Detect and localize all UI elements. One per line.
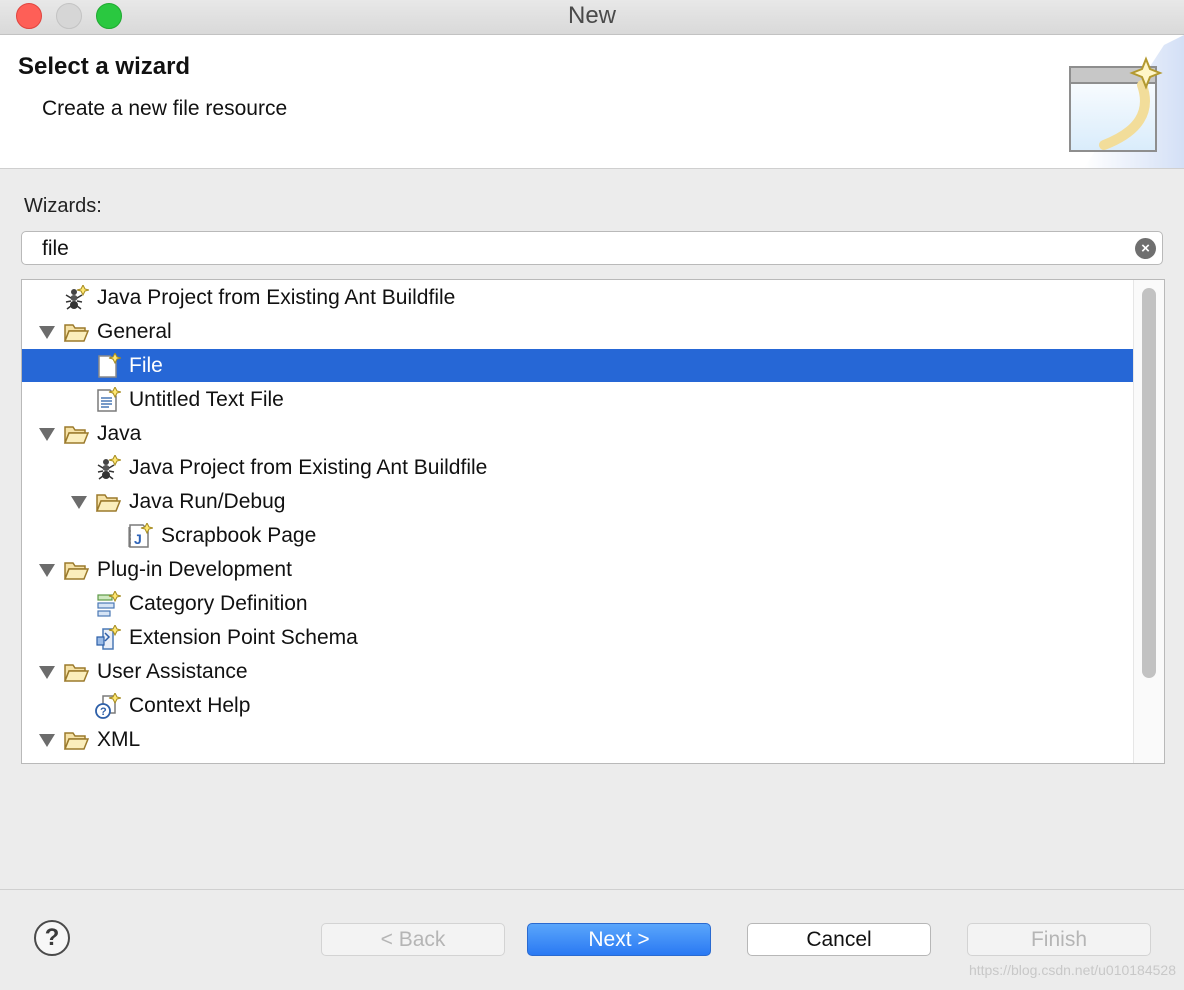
scrollbar-thumb[interactable] <box>1142 288 1156 678</box>
tree-item-label: General <box>97 320 172 343</box>
watermark: https://blog.csdn.net/u010184528 <box>968 962 1176 978</box>
folder-open-icon <box>63 659 90 685</box>
expand-toggle-icon[interactable] <box>39 417 55 450</box>
new-file-icon <box>95 351 122 379</box>
tree-item[interactable]: XML <box>22 723 1134 756</box>
wizard-search-input[interactable] <box>40 234 1134 264</box>
page-description: Create a new file resource <box>42 97 288 120</box>
tree-item[interactable]: J Scrapbook Page <box>22 519 1134 552</box>
tree-item[interactable]: User Assistance <box>22 655 1134 688</box>
ant-buildfile-icon <box>63 283 90 311</box>
tree-item[interactable]: Extension Point Schema <box>22 621 1134 654</box>
tree-item-label: Category Definition <box>129 592 308 615</box>
cancel-button[interactable]: Cancel <box>747 923 931 956</box>
scrapbook-page-icon: J <box>127 521 154 549</box>
tree-item-label: Java <box>97 422 142 445</box>
tree-item[interactable]: General <box>22 315 1134 348</box>
finish-button[interactable]: Finish <box>967 923 1151 956</box>
clear-search-icon[interactable]: × <box>1135 238 1156 259</box>
tree-item[interactable]: Java Project from Existing Ant Buildfile <box>22 281 1134 314</box>
folder-open-icon <box>63 557 90 583</box>
tree-item[interactable]: Java Project from Existing Ant Buildfile <box>22 451 1134 484</box>
expand-toggle-icon[interactable] <box>39 315 55 348</box>
ant-buildfile-icon <box>95 453 122 481</box>
tree-item-label: Extension Point Schema <box>129 626 358 649</box>
tree-item[interactable]: Java Run/Debug <box>22 485 1134 518</box>
tree-item[interactable]: File <box>22 349 1134 382</box>
wizard-header: Select a wizard Create a new file resour… <box>0 35 1184 169</box>
window-title: New <box>567 2 616 29</box>
tree-item-label: Untitled Text File <box>129 388 284 411</box>
wizard-tree[interactable]: Java Project from Existing Ant Buildfile… <box>21 279 1165 764</box>
title-bar: New <box>0 0 1184 35</box>
context-help-icon: ? <box>95 691 122 719</box>
tree-item[interactable]: Java <box>22 417 1134 450</box>
expand-toggle-icon[interactable] <box>39 723 55 756</box>
new-wizard-banner-icon <box>1069 35 1184 168</box>
help-icon[interactable]: ? <box>34 920 70 956</box>
wizards-label: Wizards: <box>24 195 102 217</box>
tree-item-label: Plug-in Development <box>97 558 292 581</box>
category-definition-icon <box>95 589 122 617</box>
tree-item-label: Context Help <box>129 694 251 717</box>
tree-item[interactable]: Plug-in Development <box>22 553 1134 586</box>
wizard-filter: × <box>21 231 1163 265</box>
folder-open-icon <box>63 319 90 345</box>
expand-toggle-icon[interactable] <box>39 553 55 586</box>
tree-vertical-scrollbar[interactable] <box>1133 280 1164 763</box>
folder-open-icon <box>95 489 122 515</box>
svg-text:J: J <box>134 531 142 547</box>
text-file-icon <box>95 385 122 413</box>
tree-item[interactable]: Category Definition <box>22 587 1134 620</box>
extension-point-schema-icon <box>95 623 122 651</box>
tree-item[interactable]: ? Context Help <box>22 689 1134 722</box>
tree-item-label: Java Run/Debug <box>129 490 286 513</box>
back-button[interactable]: < Back <box>321 923 505 956</box>
tree-item-label: User Assistance <box>97 660 248 683</box>
tree-item[interactable]: Untitled Text File <box>22 383 1134 416</box>
svg-text:?: ? <box>100 706 107 718</box>
footer-divider <box>0 889 1184 890</box>
page-title: Select a wizard <box>18 53 191 80</box>
next-button[interactable]: Next > <box>527 923 711 956</box>
tree-item-label: Scrapbook Page <box>161 524 317 547</box>
expand-toggle-icon[interactable] <box>71 485 87 518</box>
folder-open-icon <box>63 421 90 447</box>
folder-open-icon <box>63 727 90 753</box>
tree-item-label: File <box>129 354 163 377</box>
tree-item-label: Java Project from Existing Ant Buildfile <box>97 286 456 309</box>
tree-item-label: XML <box>97 728 141 751</box>
expand-toggle-icon[interactable] <box>39 655 55 688</box>
tree-item-label: Java Project from Existing Ant Buildfile <box>129 456 488 479</box>
